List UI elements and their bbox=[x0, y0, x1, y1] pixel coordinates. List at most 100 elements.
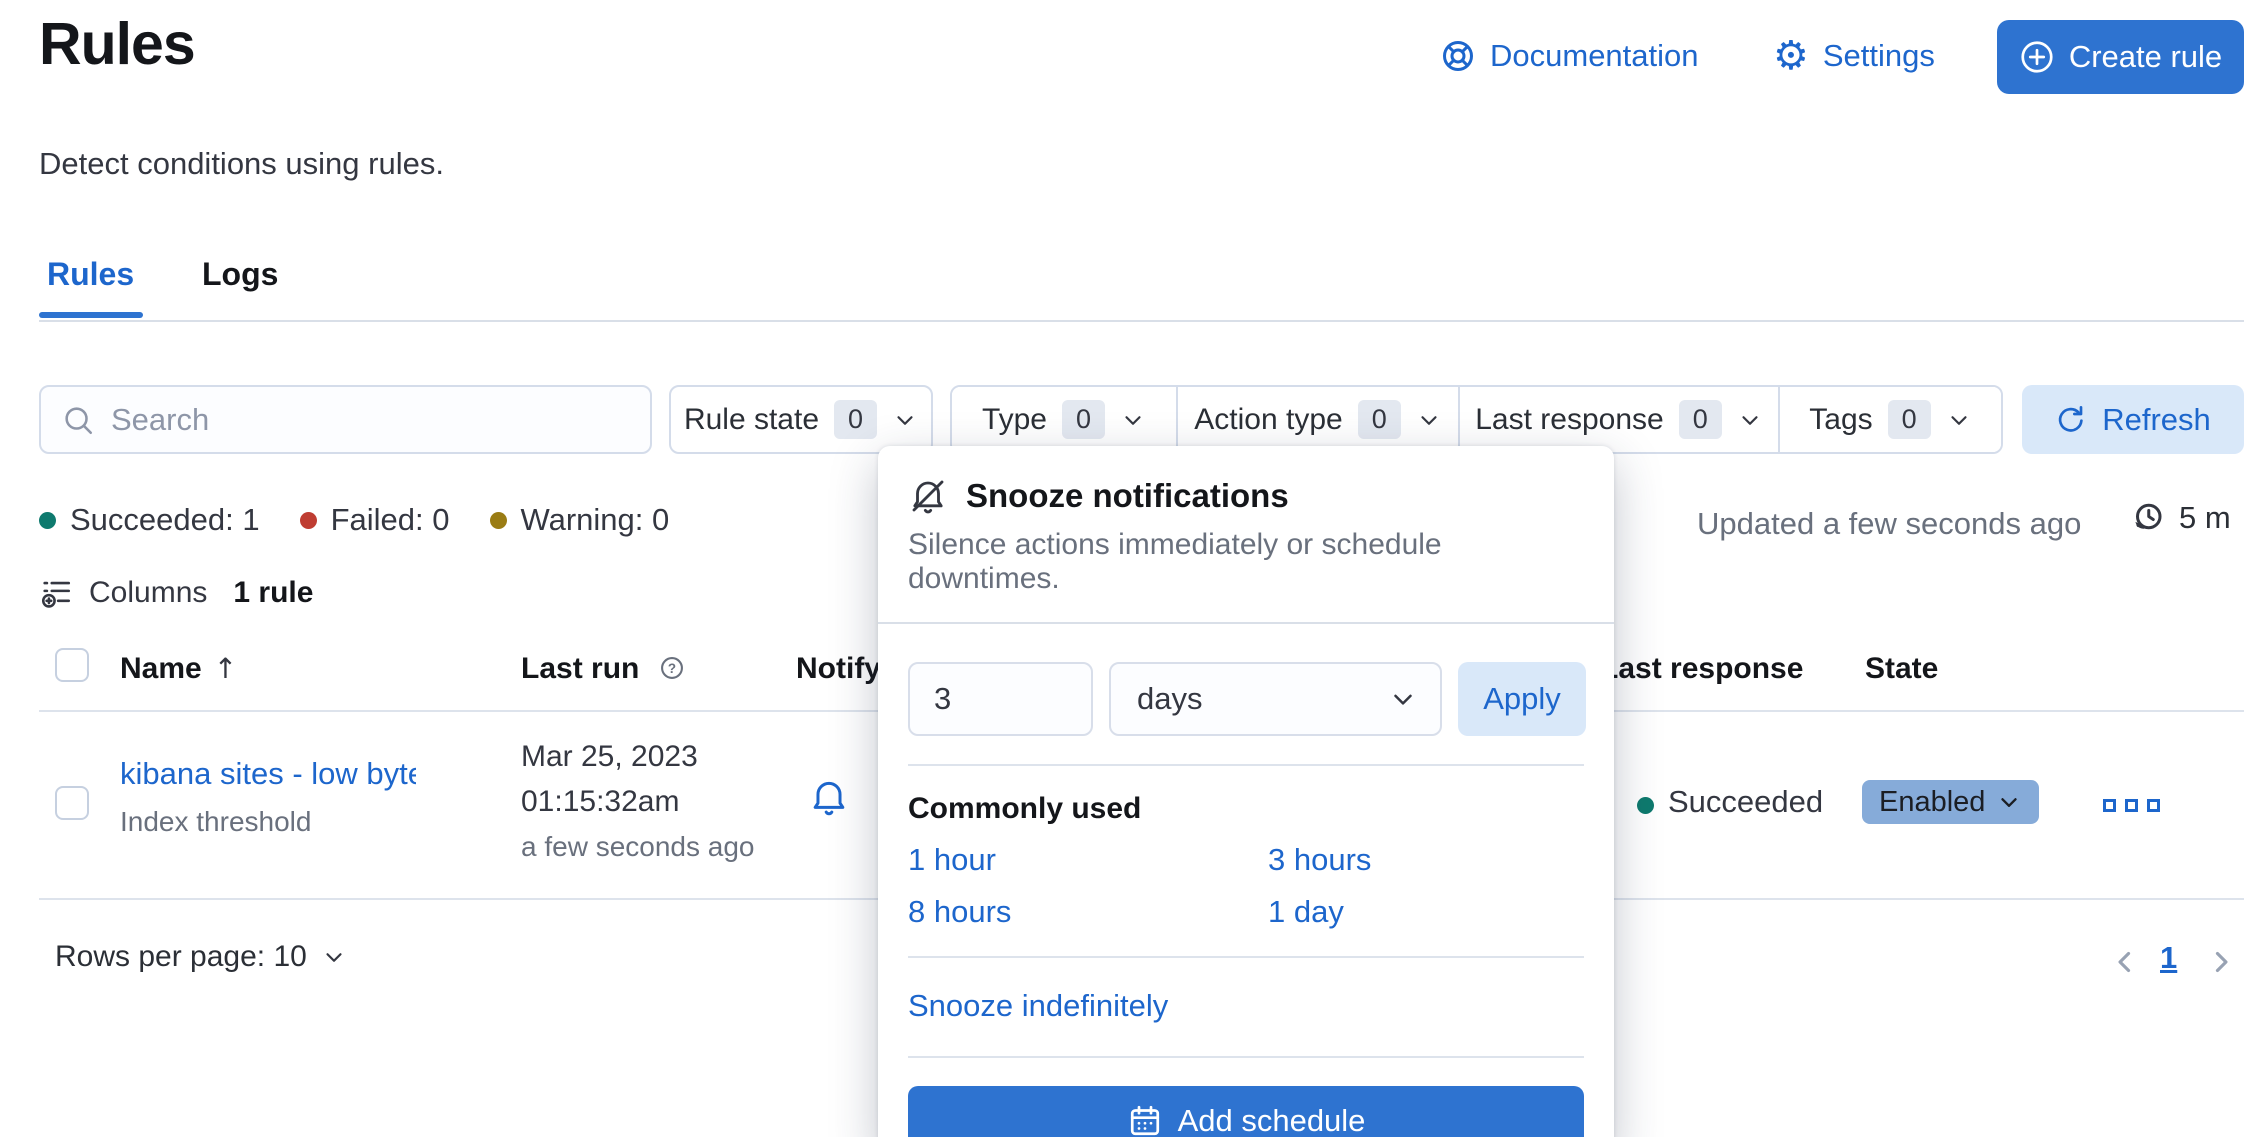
previous-page-button[interactable] bbox=[2108, 945, 2142, 979]
filter-group: Type 0 Action type 0 Last response 0 Tag… bbox=[950, 385, 2003, 454]
select-all-checkbox[interactable] bbox=[55, 648, 89, 682]
snooze-unit-select[interactable]: days bbox=[1109, 662, 1442, 736]
column-header-last-run[interactable]: Last run ? bbox=[521, 652, 686, 686]
filter-last-response-label: Last response bbox=[1475, 403, 1663, 437]
last-run-date: Mar 25, 2023 bbox=[521, 740, 698, 774]
filter-tags-label: Tags bbox=[1809, 403, 1872, 437]
column-header-name[interactable]: Name↑ bbox=[120, 652, 237, 686]
popover-divider bbox=[908, 956, 1584, 958]
state-badge[interactable]: Enabled bbox=[1862, 780, 2039, 824]
question-circle-icon: ? bbox=[658, 654, 686, 682]
snooze-popover: Snooze notifications Silence actions imm… bbox=[878, 446, 1614, 1137]
next-page-button[interactable] bbox=[2204, 945, 2238, 979]
snooze-option-1-day[interactable]: 1 day bbox=[1268, 894, 1584, 930]
table-meta-row: Columns 1 rule bbox=[39, 576, 313, 610]
rows-per-page-label: Rows per page: 10 bbox=[55, 940, 307, 974]
refresh-interval-button[interactable]: 5 m bbox=[2130, 500, 2231, 536]
snooze-option-3-hours[interactable]: 3 hours bbox=[1268, 842, 1584, 878]
succeeded-dot bbox=[39, 512, 56, 529]
snooze-duration-form: days Apply bbox=[878, 624, 1614, 764]
column-header-notify[interactable]: Notify bbox=[796, 652, 881, 686]
rule-type-label: Index threshold bbox=[120, 806, 311, 838]
warning-label: Warning: 0 bbox=[521, 502, 670, 538]
settings-button[interactable]: ⚙ Settings bbox=[1773, 32, 1935, 80]
search-input[interactable] bbox=[111, 402, 630, 438]
snooze-popover-header: Snooze notifications Silence actions imm… bbox=[878, 446, 1614, 622]
status-succeeded[interactable]: Succeeded: 1 bbox=[39, 502, 260, 538]
status-warning[interactable]: Warning: 0 bbox=[490, 502, 670, 538]
tab-logs[interactable]: Logs bbox=[202, 256, 278, 293]
snooze-value-input[interactable] bbox=[908, 662, 1093, 736]
succeeded-label: Succeeded: 1 bbox=[70, 502, 260, 538]
snooze-unit-value: days bbox=[1137, 681, 1202, 717]
warning-dot bbox=[490, 512, 507, 529]
commonly-used-heading: Commonly used bbox=[908, 792, 1584, 826]
chevron-down-icon bbox=[1120, 407, 1146, 433]
failed-dot bbox=[300, 512, 317, 529]
column-header-state[interactable]: State bbox=[1865, 652, 1938, 686]
tab-rules[interactable]: Rules bbox=[47, 256, 134, 293]
page-title: Rules bbox=[39, 10, 195, 78]
column-header-last-response[interactable]: Last response bbox=[1600, 652, 1803, 686]
filter-rule-state-label: Rule state bbox=[684, 403, 819, 437]
chevron-down-icon bbox=[1416, 407, 1442, 433]
columns-button[interactable]: Columns bbox=[39, 576, 207, 610]
apply-button[interactable]: Apply bbox=[1458, 662, 1586, 736]
svg-text:?: ? bbox=[668, 661, 676, 676]
help-icon bbox=[1440, 38, 1476, 74]
last-run-time: 01:15:32am bbox=[521, 785, 679, 819]
last-run-relative: a few seconds ago bbox=[521, 831, 755, 863]
filter-type[interactable]: Type 0 bbox=[952, 387, 1176, 452]
snooze-indefinitely-link[interactable]: Snooze indefinitely bbox=[908, 988, 1168, 1024]
filter-last-response-count: 0 bbox=[1679, 400, 1722, 438]
settings-label: Settings bbox=[1823, 38, 1935, 74]
plus-circle-icon bbox=[2019, 39, 2055, 75]
refresh-interval-label: 5 m bbox=[2179, 500, 2231, 536]
filter-last-response[interactable]: Last response 0 bbox=[1458, 387, 1778, 452]
create-rule-label: Create rule bbox=[2069, 39, 2222, 75]
search-icon bbox=[61, 403, 95, 437]
filter-action-type[interactable]: Action type 0 bbox=[1176, 387, 1458, 452]
state-badge-label: Enabled bbox=[1879, 786, 1985, 819]
filter-action-type-count: 0 bbox=[1358, 400, 1401, 438]
add-schedule-label: Add schedule bbox=[1178, 1103, 1366, 1137]
refresh-icon bbox=[2055, 404, 2087, 436]
filter-rule-state[interactable]: Rule state 0 bbox=[669, 385, 933, 454]
popover-divider bbox=[908, 764, 1584, 766]
failed-label: Failed: 0 bbox=[331, 502, 450, 538]
refresh-button[interactable]: Refresh bbox=[2022, 385, 2244, 454]
tabs-divider bbox=[39, 320, 2244, 322]
bell-slash-icon bbox=[908, 476, 948, 516]
rule-count: 1 rule bbox=[233, 576, 313, 610]
rows-per-page-button[interactable]: Rows per page: 10 bbox=[55, 940, 347, 974]
column-header-name-label: Name bbox=[120, 652, 202, 685]
chevron-left-icon bbox=[2108, 945, 2142, 979]
response-status-label: Succeeded bbox=[1668, 784, 1823, 820]
rule-name-link[interactable]: kibana sites - low bytes bbox=[120, 756, 416, 792]
snooze-option-8-hours[interactable]: 8 hours bbox=[908, 894, 1268, 930]
updated-text: Updated a few seconds ago bbox=[1697, 506, 2081, 542]
page-number-1[interactable]: 1 bbox=[2160, 940, 2177, 976]
chevron-down-icon bbox=[892, 407, 918, 433]
actions-menu-button[interactable] bbox=[2103, 799, 2160, 812]
columns-icon bbox=[39, 576, 73, 610]
status-failed[interactable]: Failed: 0 bbox=[300, 502, 450, 538]
filter-action-type-label: Action type bbox=[1194, 403, 1342, 437]
snooze-bell-button[interactable] bbox=[808, 776, 850, 818]
bell-icon bbox=[808, 776, 850, 818]
columns-label: Columns bbox=[89, 576, 207, 610]
snooze-option-1-hour[interactable]: 1 hour bbox=[908, 842, 1268, 878]
active-tab-underline bbox=[39, 312, 143, 318]
chevron-down-icon bbox=[321, 944, 347, 970]
chevron-down-icon bbox=[1388, 684, 1418, 714]
documentation-button[interactable]: Documentation bbox=[1440, 32, 1699, 80]
select-row-checkbox[interactable] bbox=[55, 786, 89, 820]
search-box bbox=[39, 385, 652, 454]
run-status-summary: Succeeded: 1 Failed: 0 Warning: 0 bbox=[39, 502, 669, 538]
add-schedule-button[interactable]: Add schedule bbox=[908, 1086, 1584, 1137]
filter-type-label: Type bbox=[982, 403, 1047, 437]
refresh-label: Refresh bbox=[2102, 402, 2211, 438]
filter-tags[interactable]: Tags 0 bbox=[1778, 387, 2001, 452]
create-rule-button[interactable]: Create rule bbox=[1997, 20, 2244, 94]
chevron-right-icon bbox=[2204, 945, 2238, 979]
